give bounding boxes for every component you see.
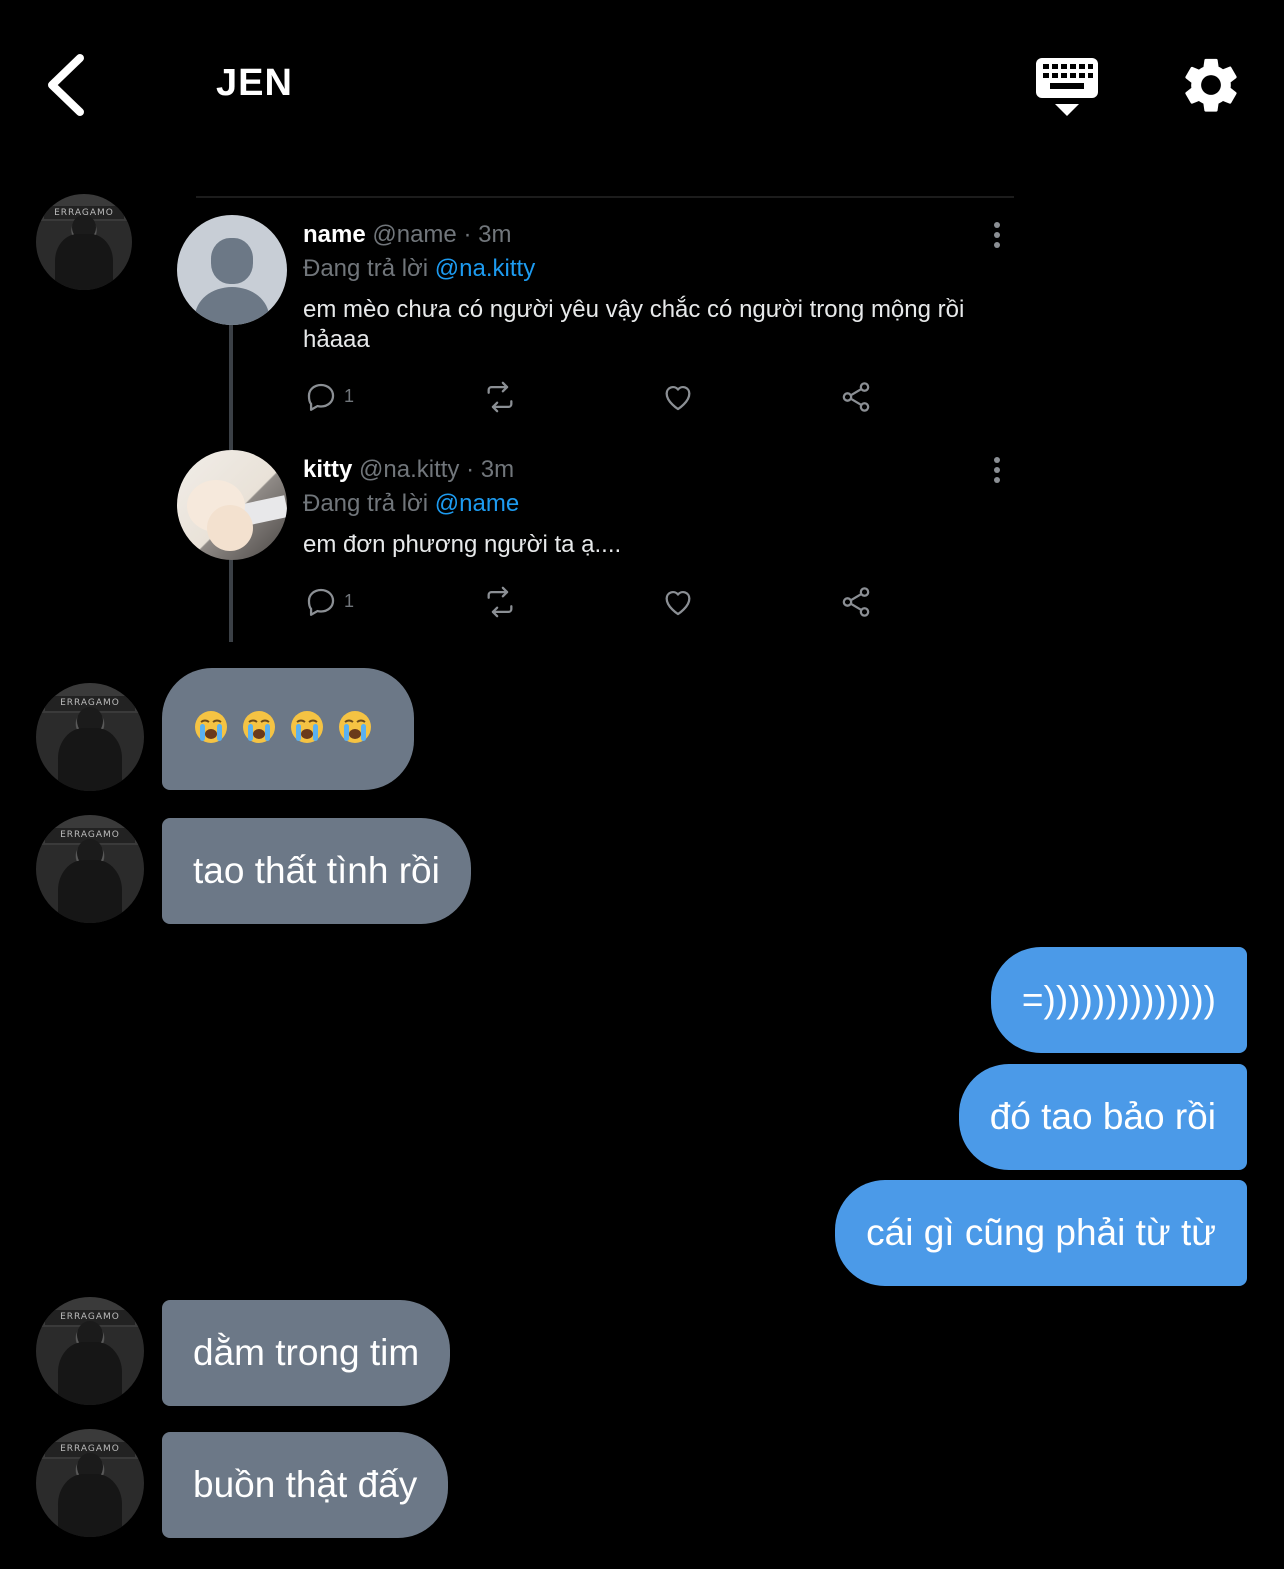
like-button[interactable]: [661, 380, 701, 414]
tweet-display-name[interactable]: kitty: [303, 456, 352, 483]
reply-icon: [307, 588, 335, 616]
contact-avatar[interactable]: ERRAGAMO: [36, 1297, 144, 1405]
mention-link[interactable]: @na.kitty: [435, 255, 535, 282]
tweet-text: em mèo chưa có người yêu vậy chắc có ngư…: [303, 296, 965, 353]
message-bubble-incoming[interactable]: dằm trong tim: [162, 1300, 451, 1406]
replying-to: Đang trả lời @name: [303, 490, 520, 517]
retweet-icon: [487, 586, 513, 618]
reply-icon: [307, 383, 335, 411]
gear-icon[interactable]: [1178, 52, 1244, 118]
contact-avatar[interactable]: ERRAGAMO: [36, 1429, 144, 1537]
loudly-crying-face-icon: [195, 711, 227, 744]
keyboard-icon[interactable]: [1034, 54, 1100, 118]
heart-icon: [665, 591, 691, 616]
more-options-icon[interactable]: [992, 222, 1002, 252]
emoji-row: [193, 668, 373, 790]
tweet-card-border: [196, 196, 1014, 198]
share-icon: [842, 587, 870, 617]
tweet-time: · 3m: [466, 456, 515, 483]
contact-avatar[interactable]: ERRAGAMO: [36, 194, 132, 290]
loudly-crying-face-icon: [243, 711, 275, 744]
loudly-crying-face-icon: [291, 711, 323, 744]
share-button[interactable]: [839, 380, 879, 414]
tweet-handle[interactable]: @na.kitty: [359, 456, 459, 483]
tweet-time: · 3m: [463, 221, 512, 248]
heart-icon: [665, 386, 691, 411]
reply-button[interactable]: 1: [304, 585, 374, 619]
retweet-button[interactable]: [482, 585, 522, 619]
message-bubble-outgoing[interactable]: cái gì cũng phải từ từ: [835, 1180, 1247, 1286]
tweet-display-name[interactable]: name: [303, 221, 366, 248]
message-bubble-outgoing[interactable]: =)))))))))))))): [990, 947, 1247, 1053]
replying-to: Đang trả lời @na.kitty: [303, 255, 536, 282]
message-bubble-incoming[interactable]: tao thất tình rồi: [162, 818, 471, 924]
message-bubble-outgoing[interactable]: đó tao bảo rồi: [958, 1064, 1247, 1170]
reply-button[interactable]: 1: [304, 380, 374, 414]
chevron-left-icon[interactable]: [40, 50, 100, 120]
like-button[interactable]: [661, 585, 701, 619]
tweet-text: em đơn phương người ta ạ....: [303, 531, 622, 558]
reply-count: 1: [344, 591, 355, 611]
contact-avatar[interactable]: ERRAGAMO: [36, 683, 144, 791]
default-avatar[interactable]: [177, 215, 287, 325]
share-button[interactable]: [839, 585, 879, 619]
mention-link[interactable]: @name: [435, 490, 519, 517]
thread-connector: [229, 558, 233, 642]
loudly-crying-face-icon: [339, 711, 371, 744]
retweet-icon: [487, 381, 513, 413]
contact-avatar[interactable]: ERRAGAMO: [36, 815, 144, 923]
retweet-button[interactable]: [482, 380, 522, 414]
share-icon: [842, 382, 870, 412]
more-options-icon[interactable]: [992, 457, 1002, 487]
message-bubble-incoming[interactable]: buồn thật đấy: [162, 1432, 449, 1538]
cat-avatar[interactable]: [177, 450, 287, 560]
reply-count: 1: [344, 386, 355, 406]
chat-title: JEN: [216, 62, 293, 104]
tweet-header: name @name · 3m: [303, 221, 511, 249]
chat-screen: JEN ERRAGAMO name @name · 3m Đang trả lờ…: [0, 0, 1284, 1569]
message-bubble-incoming[interactable]: [162, 668, 414, 790]
tweet-header: kitty @na.kitty · 3m: [303, 456, 514, 484]
tweet-handle[interactable]: @name: [372, 221, 456, 248]
thread-connector: [229, 322, 233, 450]
